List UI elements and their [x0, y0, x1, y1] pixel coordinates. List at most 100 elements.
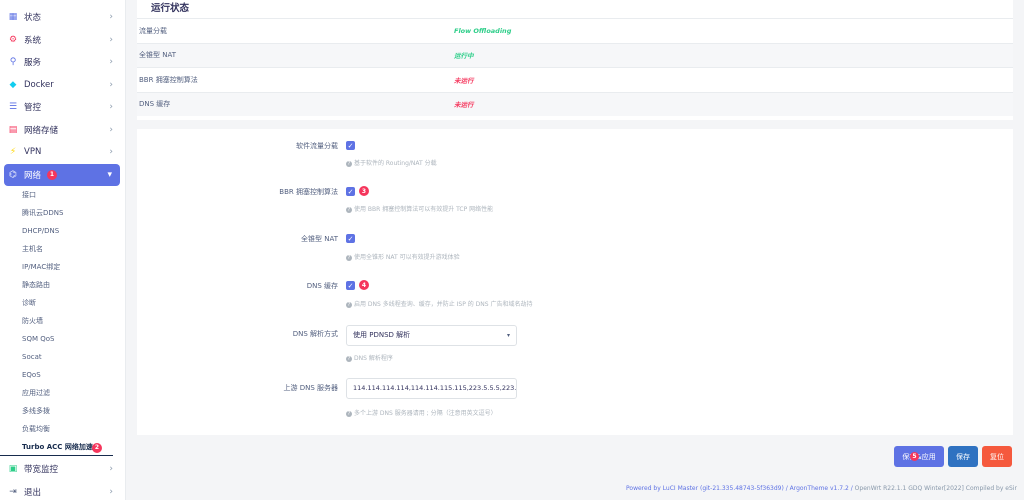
sidebar-item-label: 带宽监控	[24, 465, 59, 476]
sidebar-subitem-turbo-acc[interactable]: Turbo ACC 网络加速 2	[0, 438, 113, 456]
dns-mode-help-text: DNS 解析程序	[354, 355, 393, 362]
sidebar-item-docker[interactable]: ◆ Docker ›	[0, 74, 125, 97]
sidebar-item-gear[interactable]: ⚙ 系统 ›	[0, 29, 125, 52]
sidebar-subitem[interactable]: 静态路由	[0, 276, 125, 294]
chevron-right-icon: ›	[109, 57, 113, 67]
sidebar-item-label: 系统	[24, 35, 42, 46]
sidebar-item-link[interactable]: ⚲ 服务 ›	[0, 51, 125, 74]
sidebar-subitem[interactable]: 腾讯云DDNS	[0, 204, 125, 222]
status-row: 流量分载 Flow Offloading	[137, 18, 1013, 43]
dns-cache-checkbox[interactable]: ✓	[346, 281, 355, 290]
sidebar-subitem[interactable]: 负载均衡	[0, 420, 125, 438]
help-icon: ?	[346, 255, 352, 261]
dns-cache-label: DNS 缓存	[306, 282, 338, 290]
dns-cache-help-text: 启用 DNS 多线程查询、缓存，并防止 ISP 的 DNS 广告和域名劫持	[354, 301, 533, 308]
bbr-checkbox[interactable]: ✓	[346, 187, 355, 196]
sidebar-item-vpn[interactable]: ⚡ VPN ›	[0, 141, 125, 164]
upstream-dns-input[interactable]: 114.114.114.114,114.114.115.115,223.5.5.…	[346, 378, 517, 399]
sidebar-subitem[interactable]: Socat	[0, 348, 125, 366]
dashboard-icon: ▦	[8, 12, 18, 23]
sw-offload-help: ? 基于软件的 Routing/NAT 分载	[346, 158, 437, 167]
sidebar-item-network[interactable]: ⌬ 网络 1 ▾	[4, 163, 120, 186]
sw-offload-checkbox[interactable]: ✓	[346, 141, 355, 150]
upstream-dns-help: ? 多个上游 DNS 服务器请用 ; 分隔（注意用英文逗号）	[346, 408, 497, 417]
sw-offload-help-text: 基于软件的 Routing/NAT 分载	[354, 160, 437, 167]
bbr-badge: 3	[359, 186, 369, 196]
vpn-icon: ⚡	[9, 147, 17, 158]
sidebar-subitem[interactable]: DHCP/DNS	[0, 222, 125, 240]
help-icon: ?	[346, 411, 352, 417]
sidebar-subitem[interactable]: 主机名	[0, 240, 125, 258]
help-icon: ?	[346, 356, 352, 362]
footer-link[interactable]: Powered by LuCI Master (git-21.335.48743…	[626, 485, 855, 492]
chevron-right-icon: ›	[109, 34, 113, 45]
dns-mode-value: 使用 PDNSD 解析	[353, 331, 411, 339]
sidebar-item-storage[interactable]: ▤ 网络存储 ›	[0, 119, 125, 142]
logout-icon: ⇥	[9, 486, 17, 497]
chevron-right-icon: ›	[109, 486, 113, 497]
fullcone-label: 全锥型 NAT	[301, 235, 338, 243]
fullcone-help: ? 使用全锥形 NAT 可以有效提升游戏体验	[346, 252, 460, 261]
sidebar-subitem[interactable]: EQoS	[0, 366, 125, 384]
sidebar-item-dashboard[interactable]: ▦ 状态 ›	[0, 6, 125, 29]
status-row: 全锥型 NAT 运行中	[137, 42, 1013, 67]
sidebar-subitem[interactable]: 防火墙	[0, 312, 125, 330]
sw-offload-label: 软件流量分载	[296, 142, 338, 150]
help-icon: ?	[346, 161, 352, 167]
save-apply-label: 保存&应用	[902, 452, 936, 461]
sidebar-subitem[interactable]: IP/MAC绑定	[0, 258, 125, 276]
sidebar-subitem[interactable]: 诊断	[0, 294, 125, 312]
help-icon: ?	[346, 207, 352, 213]
chevron-right-icon: ›	[109, 124, 113, 135]
sidebar-item-logout[interactable]: ⇥ 退出 ›	[0, 481, 125, 500]
status-key: 全锥型 NAT	[139, 51, 176, 60]
status-title: 运行状态	[151, 3, 190, 14]
status-key: 流量分载	[139, 26, 167, 35]
sidebar-item-label: VPN	[24, 147, 42, 158]
reset-button[interactable]: 复位	[982, 446, 1012, 467]
chevron-right-icon: ›	[109, 147, 113, 157]
network-icon: ⌬	[9, 169, 17, 180]
chevron-right-icon: ›	[109, 12, 113, 22]
sidebar-item-label: 服务	[24, 58, 42, 69]
help-icon: ?	[346, 302, 352, 308]
bbr-help-text: 使用 BBR 拥塞控制算法可以有效提升 TCP 网络性能	[354, 206, 494, 213]
save-apply-button[interactable]: 保存&应用 5	[894, 446, 944, 467]
dns-mode-label: DNS 解析方式	[292, 330, 338, 338]
control-icon: ☰	[8, 102, 18, 113]
upstream-dns-help-text: 多个上游 DNS 服务器请用 ; 分隔（注意用英文逗号）	[354, 410, 497, 417]
sidebar-item-label: 状态	[24, 13, 42, 24]
chevron-right-icon: ›	[109, 464, 113, 474]
sidebar-subitem[interactable]: SQM QoS	[0, 330, 125, 348]
chevron-right-icon: ›	[109, 102, 113, 112]
settings-card: 软件流量分载 ✓ ? 基于软件的 Routing/NAT 分载 BBR 拥塞控制算…	[137, 129, 1013, 435]
status-table: 流量分载 Flow Offloading 全锥型 NAT 运行中 BBR 拥塞控制算法未…	[137, 18, 1013, 116]
fullcone-checkbox[interactable]: ✓	[346, 234, 355, 243]
notification-badge: 2	[92, 443, 102, 453]
sidebar-subitem-label: Turbo ACC 网络加速	[22, 443, 93, 451]
apply-badge: 5	[910, 452, 919, 461]
status-key: DNS 缓存	[139, 100, 171, 109]
sidebar-item-label: 网络存储	[24, 125, 59, 136]
sidebar-item-label: 管控	[24, 103, 42, 114]
sidebar-subitem[interactable]: 接口	[0, 186, 125, 204]
dns-cache-badge: 4	[359, 280, 369, 290]
sidebar-subitem[interactable]: 应用过滤	[0, 384, 125, 402]
status-row: DNS 缓存 未运行	[137, 91, 1013, 116]
bbr-label: BBR 拥塞控制算法	[279, 188, 338, 196]
gear-icon: ⚙	[8, 34, 18, 45]
dns-mode-help: ? DNS 解析程序	[346, 353, 393, 362]
dns-mode-select[interactable]: 使用 PDNSD 解析 ▾	[346, 325, 517, 346]
sidebar-item-monitor[interactable]: ▣ 带宽监控 ›	[0, 458, 125, 481]
sidebar: ▦ 状态 › ⚙ 系统 › ⚲ 服务 › ◆ Docker › ☰ 管控 › ▤ 网络存储 › ⚡ VPN › ⌬ 网络 1 ▾…	[0, 0, 126, 500]
docker-icon: ◆	[9, 79, 17, 90]
status-row: BBR 拥塞控制算法 未运行	[137, 67, 1013, 92]
sidebar-subitem[interactable]: 多线多拨	[0, 402, 125, 420]
fullcone-help-text: 使用全锥形 NAT 可以有效提升游戏体验	[354, 254, 460, 261]
sidebar-item-control[interactable]: ☰ 管控 ›	[0, 96, 125, 119]
save-button[interactable]: 保存	[948, 446, 978, 467]
sidebar-item-label: 退出	[24, 487, 42, 498]
bbr-help: ? 使用 BBR 拥塞控制算法可以有效提升 TCP 网络性能	[346, 204, 493, 213]
upstream-dns-label: 上游 DNS 服务器	[283, 384, 338, 392]
status-value: 运行中	[454, 52, 474, 61]
